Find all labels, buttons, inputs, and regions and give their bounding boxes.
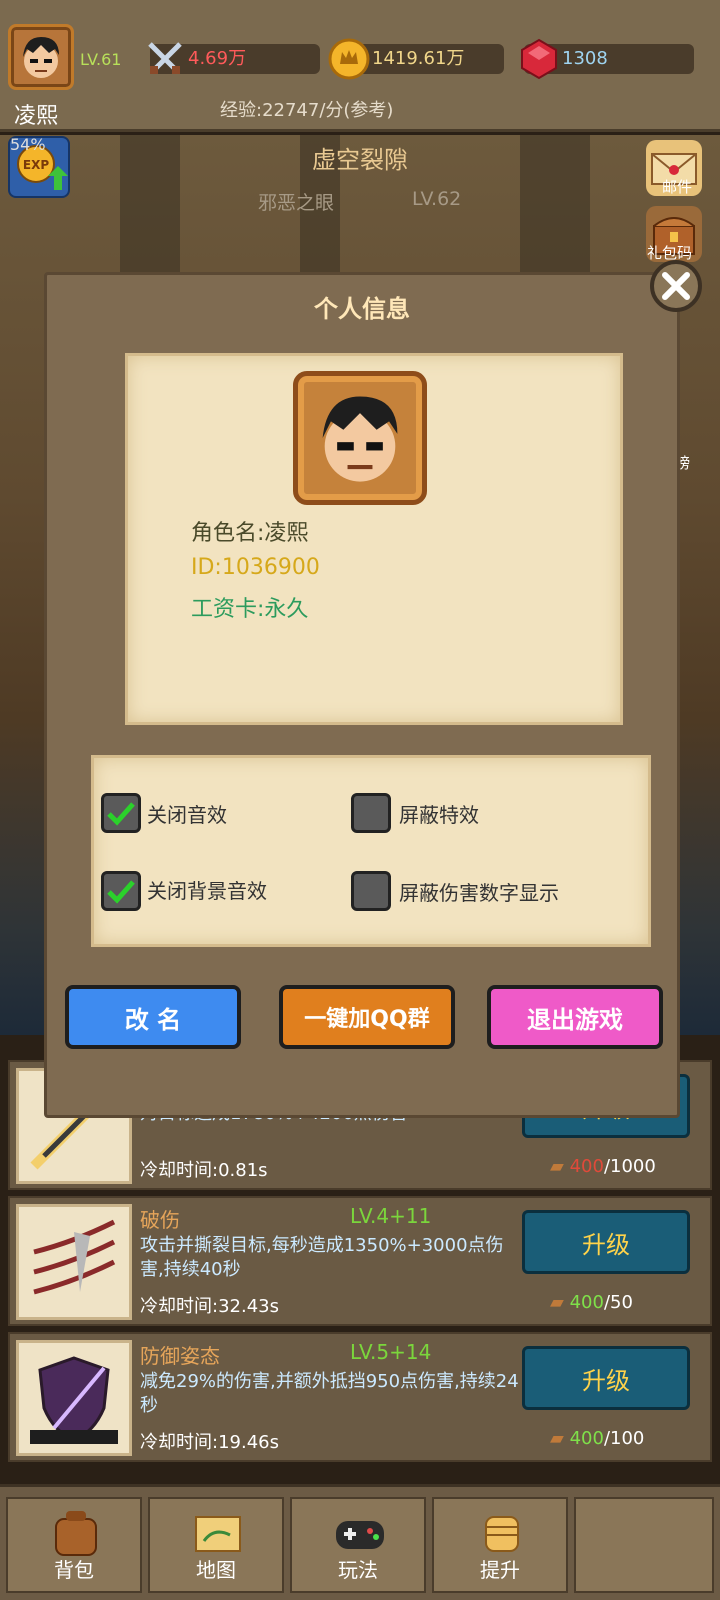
mute-sfx-checkbox[interactable] [101, 793, 141, 833]
upgrade-button[interactable]: 升级 [522, 1346, 690, 1410]
gem-value: 1308 [562, 48, 608, 69]
close-dialog-button[interactable] [650, 260, 702, 312]
book-icon: ▰ [550, 1156, 564, 1177]
skill-cooldown: 冷却时间:0.81s [140, 1160, 268, 1181]
power-value: 4.69万 [188, 48, 247, 69]
gold-value: 1419.61万 [372, 48, 465, 69]
cost-current: 400 [569, 1292, 604, 1313]
gamepad-icon [336, 1521, 384, 1549]
backpack-icon [55, 1511, 97, 1556]
book-icon: ▰ [550, 1428, 564, 1449]
skill-row: 破伤 LV.4+11 攻击并撕裂目标,每秒造成1350%+3000点伤害,持续4… [8, 1196, 712, 1326]
cost-max: /100 [603, 1428, 645, 1449]
stage-title: 虚空裂隙 [312, 146, 408, 174]
nav-label: 背包 [54, 1558, 94, 1582]
avatar-face-icon [23, 37, 59, 78]
player-avatar[interactable] [8, 24, 74, 90]
skill-icon [16, 1340, 132, 1456]
bottom-navigation: 背包 地图 玩法 提升 [0, 1484, 720, 1600]
cost-max: /1000 [603, 1156, 656, 1177]
top-status-bar: LV.61 凌熙 4.69万 1419.61万 1308 经验:22747/分(… [0, 0, 720, 132]
skill-name: 防御姿态 [140, 1344, 220, 1368]
skill-cooldown: 冷却时间:32.43s [140, 1296, 279, 1317]
nav-empty-slot [574, 1497, 714, 1593]
nav-map[interactable]: 地图 [148, 1497, 284, 1593]
character-name: 角色名:凌熙 [191, 521, 309, 546]
close-icon [662, 272, 690, 300]
monster-level: LV.62 [412, 188, 462, 210]
red-gem-icon [521, 38, 557, 80]
hide-effects-checkbox[interactable] [351, 793, 391, 833]
gold-stat: 1419.61万 [328, 38, 504, 80]
player-level: LV.61 [80, 50, 122, 69]
skill-level: LV.4+11 [350, 1204, 432, 1228]
cost-current: 400 [569, 1428, 604, 1449]
option-label: 屏蔽伤害数字显示 [399, 881, 559, 905]
skill-description: 攻击并撕裂目标,每秒造成1350%+3000点伤害,持续40秒 [140, 1235, 504, 1280]
gem-stat: 1308 [521, 38, 694, 80]
player-name: 凌熙 [14, 104, 59, 129]
profile-avatar [293, 371, 427, 505]
cost-max: /50 [603, 1292, 633, 1313]
nav-backpack[interactable]: 背包 [6, 1497, 142, 1593]
profile-dialog: 个人信息 角色名:凌熙 ID:1036900 工资卡:永久 关闭音效 屏蔽特效 … [44, 272, 680, 1118]
settings-card [91, 755, 651, 947]
option-label: 关闭背景音效 [147, 879, 267, 903]
shield-icon [30, 1356, 118, 1444]
nav-label: 地图 [196, 1558, 236, 1582]
option-label: 关闭音效 [147, 803, 227, 827]
exit-game-button[interactable]: 退出游戏 [487, 985, 663, 1049]
mute-bgm-checkbox[interactable] [101, 871, 141, 911]
upgrade-cost: ▰ 400/50 [550, 1292, 633, 1313]
check-icon [107, 880, 135, 904]
upgrade-cost: ▰ 400/1000 [550, 1156, 656, 1177]
monster-name: 邪恶之眼 [258, 192, 335, 214]
nav-upgrade[interactable]: 提升 [432, 1497, 568, 1593]
salary-card: 工资卡:永久 [191, 597, 309, 622]
book-icon: ▰ [550, 1292, 564, 1313]
join-qq-group-button[interactable]: 一键加QQ群 [279, 985, 455, 1049]
cost-current: 400 [569, 1156, 604, 1177]
option-label: 屏蔽特效 [399, 803, 479, 827]
avatar-face-icon [322, 396, 398, 482]
character-id: ID:1036900 [191, 555, 320, 580]
mail-label: 邮件 [661, 178, 692, 196]
check-icon [107, 802, 135, 826]
skill-cooldown: 冷却时间:19.46s [140, 1432, 279, 1453]
upgrade-cost: ▰ 400/100 [550, 1428, 644, 1449]
nav-label: 提升 [480, 1558, 520, 1582]
upgrade-button[interactable]: 升级 [522, 1210, 690, 1274]
crossed-swords-icon [148, 42, 182, 74]
power-stat: 4.69万 [148, 42, 320, 74]
skill-level: LV.5+14 [350, 1340, 432, 1364]
map-scroll-icon [195, 1516, 241, 1552]
gold-coin-icon [328, 38, 370, 80]
skill-name: 破伤 [140, 1208, 180, 1232]
nav-label: 玩法 [338, 1558, 378, 1582]
claw-slash-icon [33, 1219, 116, 1295]
skill-icon [16, 1204, 132, 1320]
skill-description: 减免29%的伤害,并额外抵挡950点伤害,持续24秒 [140, 1371, 519, 1416]
nav-gameplay[interactable]: 玩法 [290, 1497, 426, 1593]
exp-rate-text: 经验:22747/分(参考) [220, 100, 394, 121]
fist-icon [485, 1516, 519, 1552]
hide-damage-numbers-checkbox[interactable] [351, 871, 391, 911]
dialog-title: 个人信息 [314, 295, 410, 323]
rename-button[interactable]: 改 名 [65, 985, 241, 1049]
skill-row: 防御姿态 LV.5+14 减免29%的伤害,并额外抵挡950点伤害,持续24秒 … [8, 1332, 712, 1462]
